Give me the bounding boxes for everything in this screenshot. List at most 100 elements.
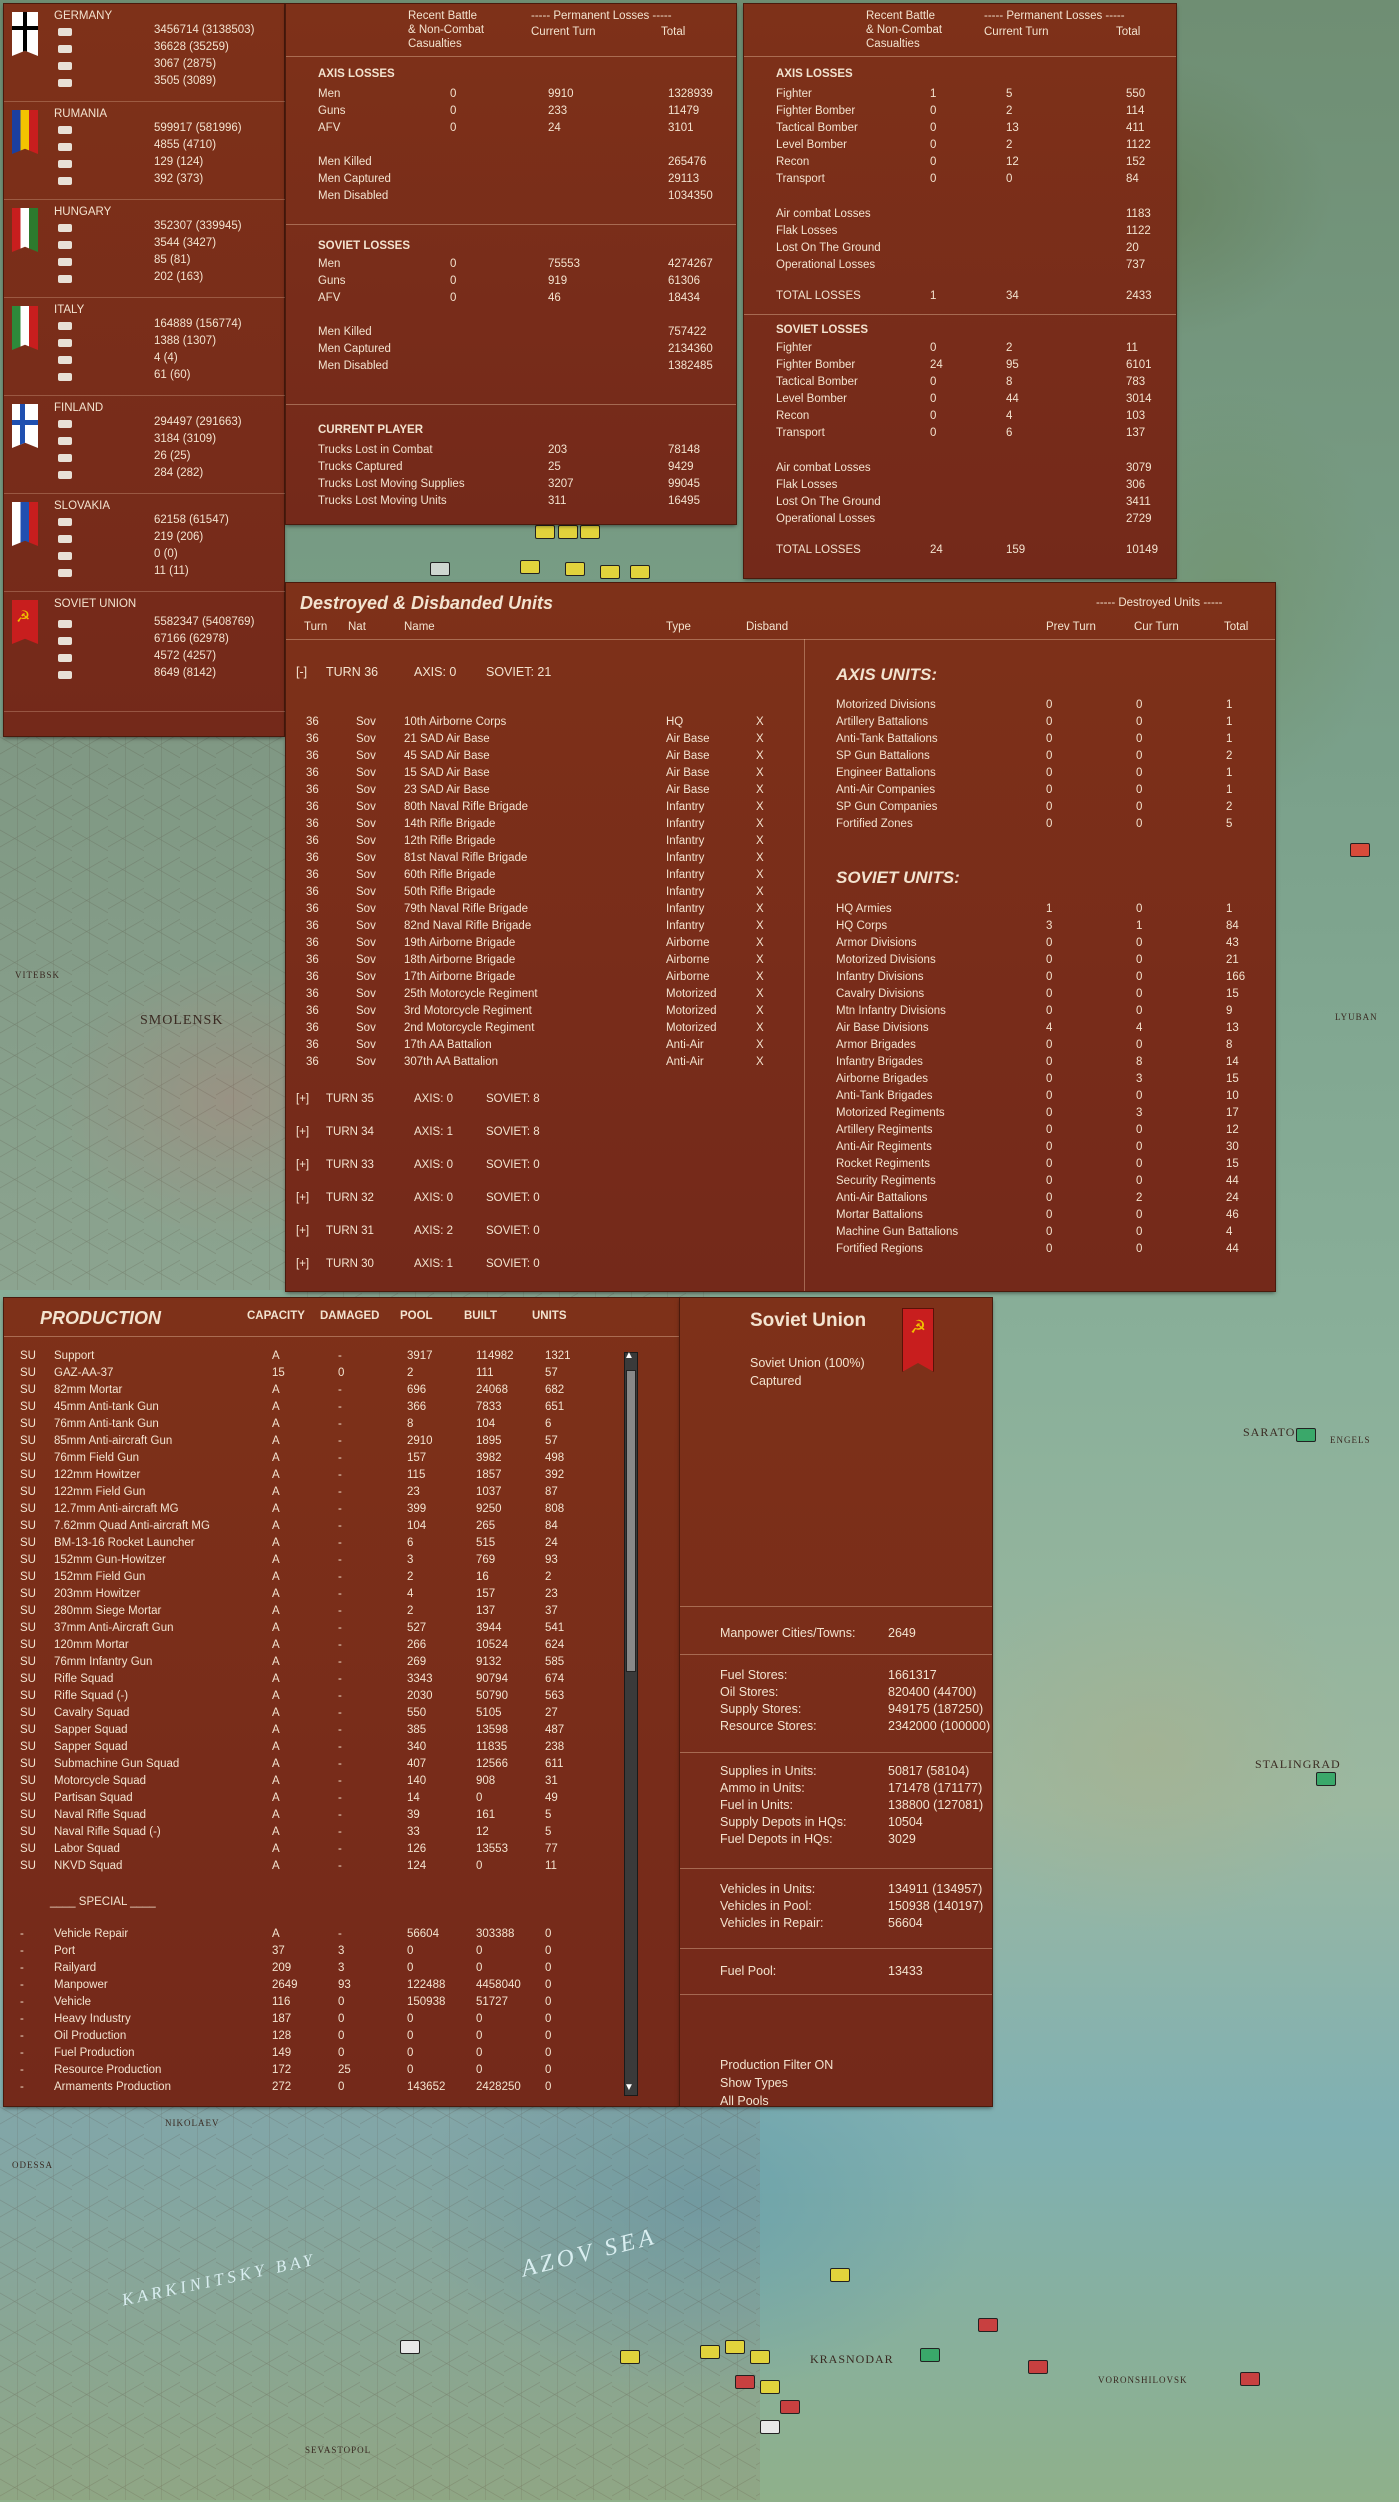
production-row[interactable]: SU GAZ-AA-37 15 0 2 111 57 <box>4 1367 614 1383</box>
unit-counter[interactable] <box>1350 843 1370 857</box>
production-row[interactable]: - Armaments Production 272 0 143652 2428250 0 <box>4 2081 614 2097</box>
destroyed-unit-row[interactable]: 36 Sov 82nd Naval Rifle Brigade Infantry X <box>286 920 796 936</box>
production-row[interactable]: SU 7.62mm Quad Anti-aircraft MG A - 104 265 84 <box>4 1520 614 1536</box>
production-row[interactable]: SU 12.7mm Anti-aircraft MG A - 399 9250 808 <box>4 1503 614 1519</box>
production-row[interactable]: SU Partisan Squad A - 14 0 49 <box>4 1792 614 1808</box>
unit-counter[interactable] <box>735 2375 755 2389</box>
production-row[interactable]: - Railyard 209 3 0 0 0 <box>4 1962 614 1978</box>
scroll-up-button[interactable]: ▲ <box>624 1350 634 1361</box>
destroyed-unit-row[interactable]: 36 Sov 50th Rifle Brigade Infantry X <box>286 886 796 902</box>
show-types-toggle[interactable]: Show Types <box>720 2076 788 2090</box>
production-row[interactable]: SU Sapper Squad A - 385 13598 487 <box>4 1724 614 1740</box>
nation-row[interactable]: ☭ SOVIET UNION 5582347 (5408769) 67166 (629… <box>4 592 286 712</box>
production-row[interactable]: SU 76mm Anti-tank Gun A - 8 104 6 <box>4 1418 614 1434</box>
destroyed-unit-row[interactable]: 36 Sov 2nd Motorcycle Regiment Motorized X <box>286 1022 796 1038</box>
destroyed-unit-row[interactable]: 36 Sov 80th Naval Rifle Brigade Infantry X <box>286 801 796 817</box>
destroyed-unit-row[interactable]: 36 Sov 18th Airborne Brigade Airborne X <box>286 954 796 970</box>
unit-counter[interactable] <box>700 2345 720 2359</box>
production-row[interactable]: - Fuel Production 149 0 0 0 0 <box>4 2047 614 2063</box>
destroyed-unit-row[interactable]: 36 Sov 12th Rifle Brigade Infantry X <box>286 835 796 851</box>
nation-row[interactable]: ITALY 164889 (156774) 1388 (1307) 4 (4) 61 (… <box>4 298 286 396</box>
production-row[interactable]: SU BM-13-16 Rocket Launcher A - 6 515 24 <box>4 1537 614 1553</box>
production-row[interactable]: SU 76mm Infantry Gun A - 269 9132 585 <box>4 1656 614 1672</box>
unit-counter[interactable] <box>725 2340 745 2354</box>
nation-row[interactable]: RUMANIA 599917 (581996) 4855 (4710) 129 (12… <box>4 102 286 200</box>
unit-counter[interactable] <box>565 562 585 576</box>
destroyed-unit-row[interactable]: 36 Sov 17th Airborne Brigade Airborne X <box>286 971 796 987</box>
unit-counter[interactable] <box>978 2318 998 2332</box>
production-row[interactable]: - Manpower 2649 93 122488 4458040 0 <box>4 1979 614 1995</box>
destroyed-unit-row[interactable]: 36 Sov 79th Naval Rifle Brigade Infantry X <box>286 903 796 919</box>
unit-counter[interactable] <box>750 2350 770 2364</box>
production-row[interactable]: SU 45mm Anti-tank Gun A - 366 7833 651 <box>4 1401 614 1417</box>
nation-row[interactable]: HUNGARY 352307 (339945) 3544 (3427) 85 (81)… <box>4 200 286 298</box>
scroll-down-button[interactable]: ▼ <box>624 2082 634 2093</box>
destroyed-unit-row[interactable]: 36 Sov 25th Motorcycle Regiment Motorized X <box>286 988 796 1004</box>
unit-counter[interactable] <box>520 560 540 574</box>
destroyed-unit-row[interactable]: 36 Sov 45 SAD Air Base Air Base X <box>286 750 796 766</box>
unit-counter[interactable] <box>760 2380 780 2394</box>
unit-counter[interactable] <box>760 2420 780 2434</box>
unit-counter[interactable] <box>780 2400 800 2414</box>
production-row[interactable]: SU 37mm Anti-Aircraft Gun A - 527 3944 541 <box>4 1622 614 1638</box>
unit-counter[interactable] <box>580 525 600 539</box>
unit-counter[interactable] <box>620 2350 640 2364</box>
production-row[interactable]: SU Submachine Gun Squad A - 407 12566 611 <box>4 1758 614 1774</box>
nation-row[interactable]: FINLAND 294497 (291663) 3184 (3109) 26 (25)… <box>4 396 286 494</box>
destroyed-unit-row[interactable]: 36 Sov 307th AA Battalion Anti-Air X <box>286 1056 796 1072</box>
destroyed-unit-row[interactable]: 36 Sov 15 SAD Air Base Air Base X <box>286 767 796 783</box>
destroyed-unit-row[interactable]: 36 Sov 14th Rifle Brigade Infantry X <box>286 818 796 834</box>
nation-row[interactable]: SLOVAKIA 62158 (61547) 219 (206) 0 (0) 11 (1… <box>4 494 286 592</box>
production-row[interactable]: SU Motorcycle Squad A - 140 908 31 <box>4 1775 614 1791</box>
unit-counter[interactable] <box>535 525 555 539</box>
turn-toggle[interactable]: [+] <box>296 1159 309 1171</box>
production-row[interactable]: - Resource Production 172 25 0 0 0 <box>4 2064 614 2080</box>
production-row[interactable]: - Vehicle 116 0 150938 51727 0 <box>4 1996 614 2012</box>
production-row[interactable]: SU Support A - 3917 114982 1321 <box>4 1350 614 1366</box>
destroyed-unit-row[interactable]: 36 Sov 19th Airborne Brigade Airborne X <box>286 937 796 953</box>
unit-counter[interactable] <box>630 565 650 579</box>
unit-counter[interactable] <box>830 2268 850 2282</box>
production-row[interactable]: - Port 37 3 0 0 0 <box>4 1945 614 1961</box>
production-row[interactable]: SU 280mm Siege Mortar A - 2 137 37 <box>4 1605 614 1621</box>
turn-toggle[interactable]: [+] <box>296 1126 309 1138</box>
production-row[interactable]: SU Rifle Squad (-) A - 2030 50790 563 <box>4 1690 614 1706</box>
production-scrollbar-thumb[interactable] <box>626 1370 636 1672</box>
production-row[interactable]: - Oil Production 128 0 0 0 0 <box>4 2030 614 2046</box>
production-row[interactable]: SU 122mm Howitzer A - 115 1857 392 <box>4 1469 614 1485</box>
unit-counter[interactable] <box>1240 2372 1260 2386</box>
destroyed-unit-row[interactable]: 36 Sov 17th AA Battalion Anti-Air X <box>286 1039 796 1055</box>
production-row[interactable]: - Vehicle Repair A - 56604 303388 0 <box>4 1928 614 1944</box>
unit-counter[interactable] <box>430 562 450 576</box>
destroyed-unit-row[interactable]: 36 Sov 21 SAD Air Base Air Base X <box>286 733 796 749</box>
turn-toggle[interactable]: [+] <box>296 1192 309 1204</box>
production-row[interactable]: SU Cavalry Squad A - 550 5105 27 <box>4 1707 614 1723</box>
turn-36-toggle[interactable]: [-] <box>296 665 307 679</box>
unit-counter[interactable] <box>558 525 578 539</box>
production-row[interactable]: SU 120mm Mortar A - 266 10524 624 <box>4 1639 614 1655</box>
destroyed-unit-row[interactable]: 36 Sov 3rd Motorcycle Regiment Motorized X <box>286 1005 796 1021</box>
production-row[interactable]: SU Sapper Squad A - 340 11835 238 <box>4 1741 614 1757</box>
production-row[interactable]: SU Naval Rifle Squad A - 39 161 5 <box>4 1809 614 1825</box>
production-row[interactable]: SU Labor Squad A - 126 13553 77 <box>4 1843 614 1859</box>
nation-row[interactable]: GERMANY 3456714 (3138503) 36628 (35259) 306… <box>4 4 286 102</box>
all-pools-toggle[interactable]: All Pools <box>720 2094 769 2106</box>
production-row[interactable]: - Heavy Industry 187 0 0 0 0 <box>4 2013 614 2029</box>
production-row[interactable]: SU Naval Rifle Squad (-) A - 33 12 5 <box>4 1826 614 1842</box>
production-row[interactable]: SU 152mm Field Gun A - 2 16 2 <box>4 1571 614 1587</box>
turn-toggle[interactable]: [+] <box>296 1093 309 1105</box>
production-row[interactable]: SU 203mm Howitzer A - 4 157 23 <box>4 1588 614 1604</box>
unit-counter[interactable] <box>1316 1772 1336 1786</box>
production-row[interactable]: SU Rifle Squad A - 3343 90794 674 <box>4 1673 614 1689</box>
unit-counter[interactable] <box>400 2340 420 2354</box>
unit-counter[interactable] <box>1296 1428 1316 1442</box>
production-row[interactable]: SU 122mm Field Gun A - 23 1037 87 <box>4 1486 614 1502</box>
unit-counter[interactable] <box>600 565 620 579</box>
production-row[interactable]: SU 85mm Anti-aircraft Gun A - 2910 1895 57 <box>4 1435 614 1451</box>
turn-toggle[interactable]: [+] <box>296 1258 309 1270</box>
production-filter-toggle[interactable]: Production Filter ON <box>720 2058 833 2072</box>
production-row[interactable]: SU 152mm Gun-Howitzer A - 3 769 93 <box>4 1554 614 1570</box>
turn-toggle[interactable]: [+] <box>296 1225 309 1237</box>
production-row[interactable]: SU NKVD Squad A - 124 0 11 <box>4 1860 614 1876</box>
destroyed-unit-row[interactable]: 36 Sov 81st Naval Rifle Brigade Infantry X <box>286 852 796 868</box>
